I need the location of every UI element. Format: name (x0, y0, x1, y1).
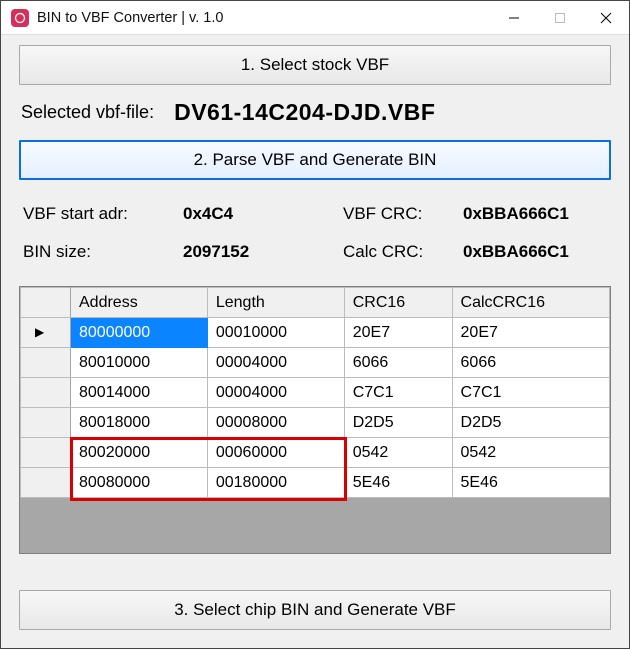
row-header[interactable] (21, 468, 71, 498)
cell-length[interactable]: 00008000 (207, 408, 344, 438)
cell-address[interactable]: 80010000 (71, 348, 208, 378)
cell-calccrc16[interactable]: D2D5 (452, 408, 609, 438)
table-row[interactable]: 800000000001000020E720E7 (21, 318, 610, 348)
select-stock-vbf-button[interactable]: 1. Select stock VBF (19, 45, 611, 85)
col-length[interactable]: Length (207, 288, 344, 318)
cell-calccrc16[interactable]: C7C1 (452, 378, 609, 408)
cell-length[interactable]: 00004000 (207, 348, 344, 378)
select-chip-bin-button[interactable]: 3. Select chip BIN and Generate VBF (19, 590, 611, 630)
app-icon (11, 9, 29, 27)
close-button[interactable] (583, 1, 629, 34)
cell-address[interactable]: 80080000 (71, 468, 208, 498)
col-calccrc16[interactable]: CalcCRC16 (452, 288, 609, 318)
cell-crc16[interactable]: C7C1 (344, 378, 452, 408)
cell-length[interactable]: 00180000 (207, 468, 344, 498)
cell-address[interactable]: 80014000 (71, 378, 208, 408)
cell-calccrc16[interactable]: 5E46 (452, 468, 609, 498)
row-header[interactable] (21, 408, 71, 438)
selected-file-value: DV61-14C204-DJD.VBF (174, 99, 435, 126)
parse-vbf-button[interactable]: 2. Parse VBF and Generate BIN (19, 140, 611, 180)
data-table[interactable]: Address Length CRC16 CalcCRC16 800000000… (20, 287, 610, 498)
cell-length[interactable]: 00010000 (207, 318, 344, 348)
cell-calccrc16[interactable]: 0542 (452, 438, 609, 468)
info-grid: VBF start adr: 0x4C4 VBF CRC: 0xBBA666C1… (23, 204, 607, 262)
selected-file-label: Selected vbf-file: (21, 102, 154, 123)
cell-calccrc16[interactable]: 6066 (452, 348, 609, 378)
table-row[interactable]: 80080000001800005E465E46 (21, 468, 610, 498)
cell-crc16[interactable]: 20E7 (344, 318, 452, 348)
vbf-start-adr-label: VBF start adr: (23, 204, 183, 224)
col-address[interactable]: Address (71, 288, 208, 318)
titlebar: BIN to VBF Converter | v. 1.0 (1, 1, 629, 35)
vbf-crc-value: 0xBBA666C1 (463, 204, 607, 224)
app-window: BIN to VBF Converter | v. 1.0 1. Select … (0, 0, 630, 649)
cell-address[interactable]: 80018000 (71, 408, 208, 438)
vbf-crc-label: VBF CRC: (343, 204, 463, 224)
cell-crc16[interactable]: D2D5 (344, 408, 452, 438)
table-row[interactable]: 8001400000004000C7C1C7C1 (21, 378, 610, 408)
cell-crc16[interactable]: 5E46 (344, 468, 452, 498)
bin-size-value: 2097152 (183, 242, 343, 262)
data-table-container: Address Length CRC16 CalcCRC16 800000000… (19, 286, 611, 554)
maximize-button[interactable] (537, 1, 583, 34)
vbf-start-adr-value: 0x4C4 (183, 204, 343, 224)
row-header[interactable] (21, 348, 71, 378)
row-header[interactable] (21, 318, 71, 348)
table-row[interactable]: 8001800000008000D2D5D2D5 (21, 408, 610, 438)
cell-crc16[interactable]: 0542 (344, 438, 452, 468)
table-row[interactable]: 800200000006000005420542 (21, 438, 610, 468)
window-title: BIN to VBF Converter | v. 1.0 (37, 10, 223, 26)
col-crc16[interactable]: CRC16 (344, 288, 452, 318)
bin-size-label: BIN size: (23, 242, 183, 262)
cell-calccrc16[interactable]: 20E7 (452, 318, 609, 348)
cell-crc16[interactable]: 6066 (344, 348, 452, 378)
table-row[interactable]: 800100000000400060666066 (21, 348, 610, 378)
row-header[interactable] (21, 438, 71, 468)
cell-address[interactable]: 80020000 (71, 438, 208, 468)
cell-length[interactable]: 00004000 (207, 378, 344, 408)
minimize-button[interactable] (491, 1, 537, 34)
row-header-blank[interactable] (21, 288, 71, 318)
calc-crc-value: 0xBBA666C1 (463, 242, 607, 262)
calc-crc-label: Calc CRC: (343, 242, 463, 262)
client-area: 1. Select stock VBF Selected vbf-file: D… (1, 35, 629, 648)
cell-length[interactable]: 00060000 (207, 438, 344, 468)
row-header[interactable] (21, 378, 71, 408)
cell-address[interactable]: 80000000 (71, 318, 208, 348)
selected-file-row: Selected vbf-file: DV61-14C204-DJD.VBF (19, 95, 611, 130)
